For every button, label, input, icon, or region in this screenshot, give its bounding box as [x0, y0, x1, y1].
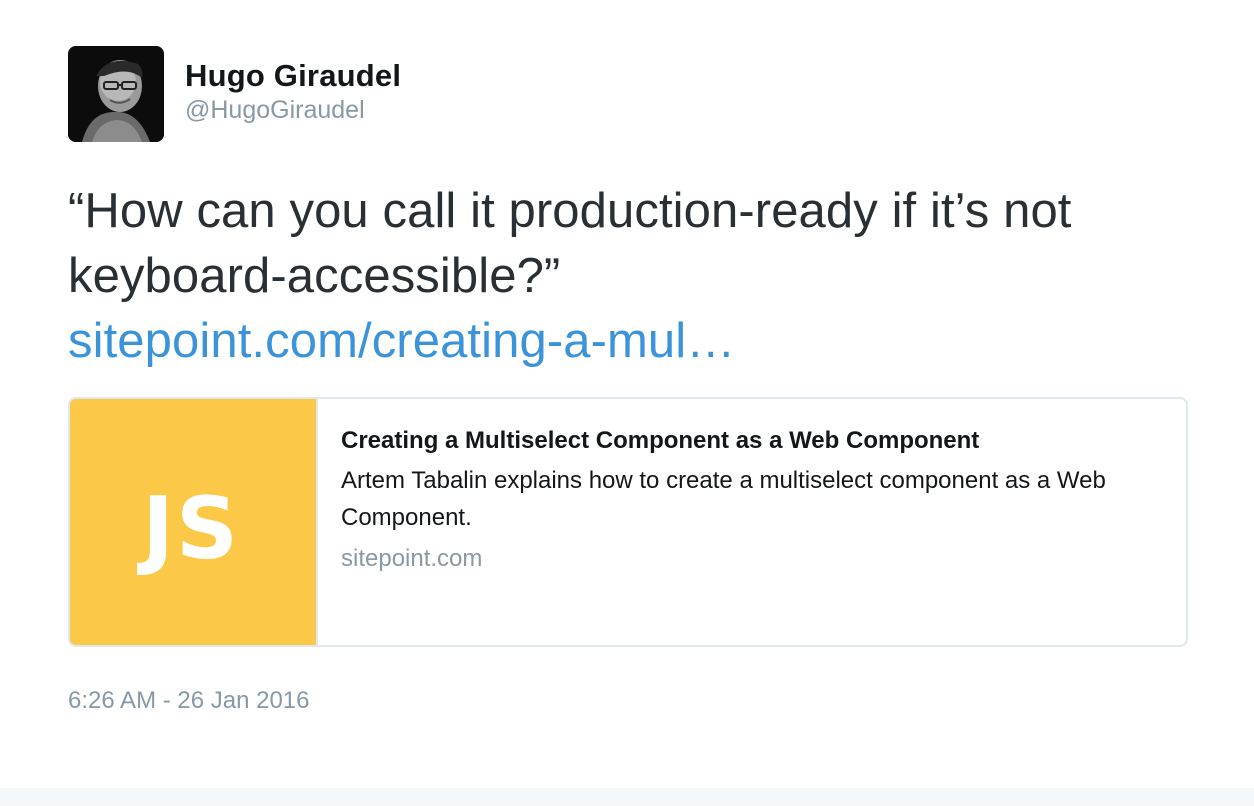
tweet-timestamp[interactable]: 6:26 AM - 26 Jan 2016 [68, 686, 310, 716]
avatar-photo [68, 46, 164, 142]
tweet-link[interactable]: sitepoint.com/creating-a-mul… [68, 314, 735, 368]
author-handle[interactable]: @HugoGiraudel [185, 95, 401, 125]
tweet-header: Hugo Giraudel @HugoGiraudel [68, 46, 1188, 142]
card-body: Creating a Multiselect Component as a We… [318, 399, 1186, 645]
link-preview-card[interactable]: JS Creating a Multiselect Component as a… [68, 397, 1188, 647]
card-thumbnail: JS [70, 399, 318, 645]
author-display-name[interactable]: Hugo Giraudel [185, 57, 401, 95]
card-description: Artem Tabalin explains how to create a m… [341, 467, 1106, 531]
card-title: Creating a Multiselect Component as a We… [341, 427, 980, 454]
tweet: Hugo Giraudel @HugoGiraudel “How can you… [68, 46, 1188, 647]
js-logo-icon: JS [142, 479, 240, 579]
footer-divider [0, 788, 1254, 806]
author-names: Hugo Giraudel @HugoGiraudel [185, 57, 401, 125]
tweet-body: “How can you call it production-ready if… [68, 184, 1072, 303]
card-domain: sitepoint.com [341, 545, 483, 572]
tweet-text: “How can you call it production-ready if… [68, 179, 1188, 374]
tweet-page: Hugo Giraudel @HugoGiraudel “How can you… [0, 0, 1254, 806]
avatar[interactable] [68, 46, 164, 142]
